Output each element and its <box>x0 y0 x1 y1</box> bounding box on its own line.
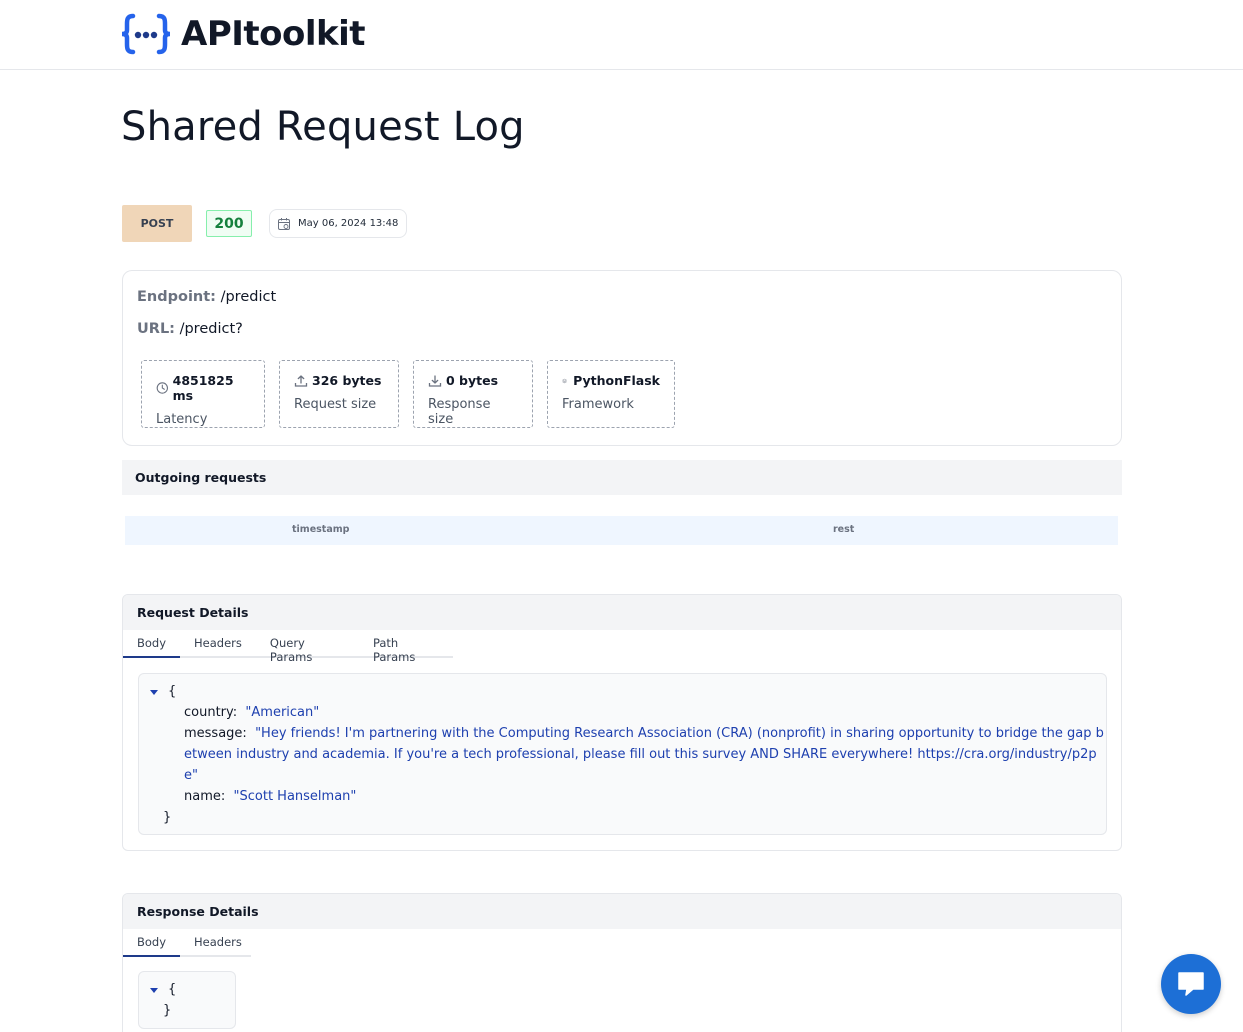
chat-support-button[interactable] <box>1161 954 1221 1014</box>
chat-bubble-icon <box>1178 972 1204 996</box>
tab-headers[interactable]: Headers <box>180 929 256 957</box>
response-details-panel: Response Details Body Headers { } <box>122 893 1122 1032</box>
request-details-tabs: Body Headers Query Params Path Params <box>123 630 453 664</box>
tab-path-params[interactable]: Path Params <box>359 630 453 664</box>
endpoint-row: Endpoint: /predict <box>137 289 276 305</box>
outgoing-requests-table-header: timestamp rest <box>125 516 1118 545</box>
brand-logo[interactable]: APItoolkit <box>121 12 366 56</box>
json-open-brace: { <box>168 684 177 699</box>
upload-icon <box>294 374 308 387</box>
column-header-timestamp[interactable]: timestamp <box>292 524 349 535</box>
collapse-toggle-icon[interactable] <box>150 988 158 993</box>
latency-value: 4851825 ms <box>172 373 234 403</box>
url-row: URL: /predict? <box>137 321 243 337</box>
json-value: etween industry and academia. If you're … <box>184 747 1097 762</box>
download-icon <box>428 374 442 387</box>
json-field-country: country: "American" <box>184 705 319 720</box>
json-key: name: <box>184 789 226 804</box>
page-title: Shared Request Log <box>121 104 525 150</box>
stat-framework: PythonFlask Framework <box>547 360 675 428</box>
column-header-rest[interactable]: rest <box>833 524 854 535</box>
json-field-message: message: "Hey friends! I'm partnering wi… <box>184 726 1104 741</box>
json-value: "Scott Hanselman" <box>233 789 357 804</box>
json-close-brace: } <box>163 810 172 825</box>
request-meta-row: POST 200 May 06, 2024 13:48 <box>122 205 408 242</box>
response-body-viewer: { } <box>138 971 236 1029</box>
json-value: e" <box>184 768 198 783</box>
request-size-label: Request size <box>294 397 377 412</box>
timestamp-text: May 06, 2024 13:48 <box>298 218 399 229</box>
endpoint-label: Endpoint: <box>137 289 216 305</box>
tab-query-params[interactable]: Query Params <box>256 630 359 664</box>
summary-card: Endpoint: /predict URL: /predict? 485182… <box>122 270 1122 446</box>
calendar-icon <box>277 217 291 231</box>
method-badge: POST <box>122 205 192 242</box>
stats-row: 4851825 ms Latency 326 bytes Request siz… <box>141 360 689 428</box>
layers-icon <box>562 378 567 383</box>
response-size-value: 0 bytes <box>446 373 499 388</box>
request-details-panel: Request Details Body Headers Query Param… <box>122 594 1122 851</box>
latency-label: Latency <box>156 412 208 427</box>
framework-label: Framework <box>562 397 634 412</box>
json-value: "Hey friends! I'm partnering with the Co… <box>255 726 1104 741</box>
json-key: country: <box>184 705 238 720</box>
outgoing-requests-header: Outgoing requests <box>122 460 1122 495</box>
clock-icon <box>156 382 169 394</box>
tab-headers[interactable]: Headers <box>180 630 256 658</box>
json-value: "American" <box>245 705 320 720</box>
api-braces-icon <box>121 12 171 56</box>
status-badge: 200 <box>206 210 252 237</box>
response-size-label: Response size <box>428 397 491 427</box>
stat-response-size: 0 bytes Response size <box>413 360 533 428</box>
framework-value: PythonFlask <box>573 373 660 388</box>
json-close-brace: } <box>163 1003 172 1018</box>
endpoint-value: /predict <box>220 289 277 305</box>
json-field-message-end: e" <box>184 768 198 783</box>
stat-request-size: 326 bytes Request size <box>279 360 399 428</box>
stat-latency: 4851825 ms Latency <box>141 360 265 428</box>
json-key: message: <box>184 726 247 741</box>
request-size-value: 326 bytes <box>312 373 382 388</box>
response-details-title: Response Details <box>123 894 1121 929</box>
json-field-message-cont: etween industry and academia. If you're … <box>184 747 1097 762</box>
tab-body[interactable]: Body <box>123 929 181 957</box>
json-open-brace: { <box>168 982 177 997</box>
collapse-toggle-icon[interactable] <box>150 690 158 695</box>
timestamp-pill: May 06, 2024 13:48 <box>269 209 408 238</box>
json-field-name: name: "Scott Hanselman" <box>184 789 356 804</box>
brand-name: APItoolkit <box>181 14 366 54</box>
url-label: URL: <box>137 321 175 337</box>
response-details-tabs: Body Headers <box>123 929 251 957</box>
url-value: /predict? <box>179 321 243 337</box>
request-body-viewer: { country: "American" message: "Hey frie… <box>138 673 1107 835</box>
tab-body[interactable]: Body <box>123 630 181 658</box>
top-navbar: APItoolkit <box>0 0 1243 70</box>
request-details-title: Request Details <box>123 595 1121 630</box>
